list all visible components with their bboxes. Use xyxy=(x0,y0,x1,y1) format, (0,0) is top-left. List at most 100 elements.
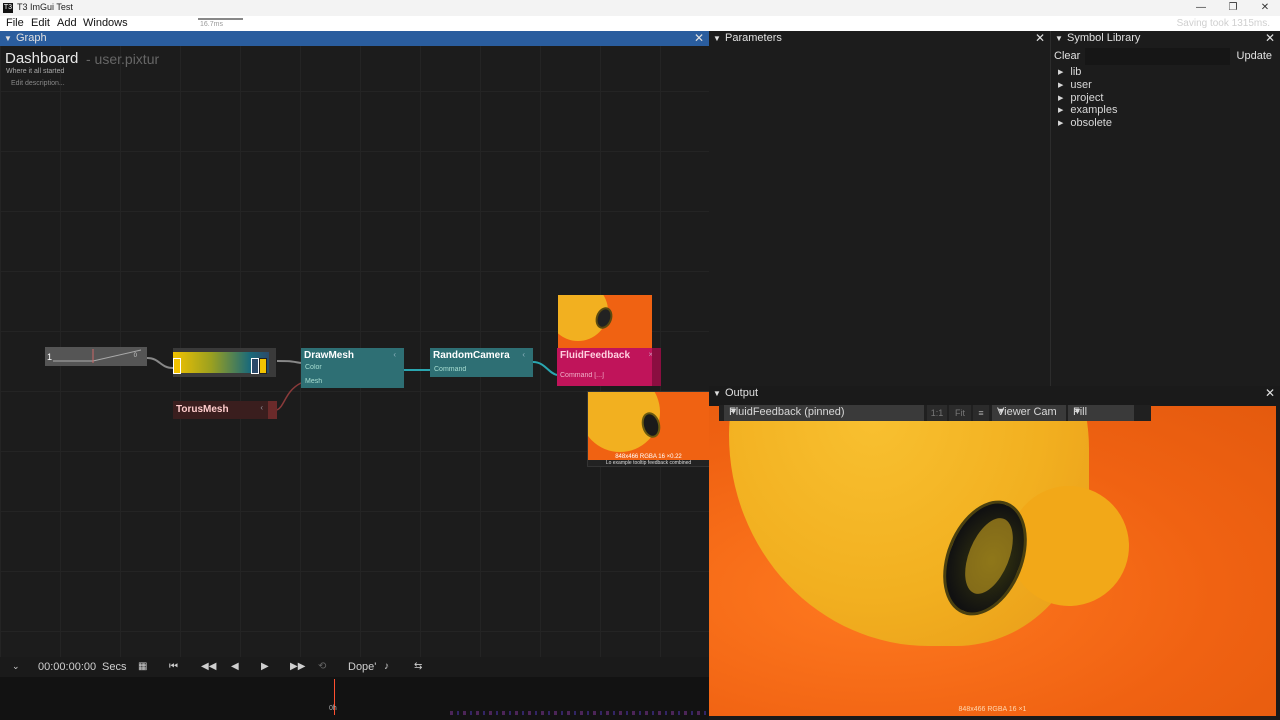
menu-add[interactable]: Add xyxy=(57,17,77,29)
node-fluidfeedback-label: FluidFeedback xyxy=(560,350,631,361)
play-backward-icon[interactable]: ◀ xyxy=(231,661,239,672)
gradient-stop-left[interactable] xyxy=(173,358,181,374)
timeline-toolbar: ⌄ 00:00:00:00 Secs ▦ ⏮ ◀◀ ◀ ▶ ▶▶ ⟲ Dope'… xyxy=(0,657,709,677)
node-torusmesh[interactable]: TorusMesh ‹ xyxy=(173,401,277,419)
chevron-left-icon: ‹ xyxy=(260,403,263,412)
node-value-number: 1 xyxy=(47,352,53,362)
timeline-time[interactable]: 00:00:00:00 xyxy=(38,661,96,673)
node-torusmesh-label: TorusMesh xyxy=(176,404,229,415)
frame-time-meter: 16.7ms xyxy=(198,18,243,28)
library-item-examples[interactable]: ▶ examples xyxy=(1058,104,1117,116)
library-item-user[interactable]: ▶ user xyxy=(1058,79,1092,91)
jump-start-icon[interactable]: ⏮ xyxy=(169,661,178,672)
audio-icon[interactable]: ♪ xyxy=(384,661,389,672)
play-icon[interactable]: ▶ xyxy=(261,661,269,672)
parameters-panel[interactable]: ▼ Parameters ✕ xyxy=(709,31,1050,386)
parameters-panel-title: Parameters xyxy=(725,32,782,44)
symbol-library-title: Symbol Library xyxy=(1067,32,1141,44)
chevron-down-icon: ▼ xyxy=(1073,406,1082,416)
step-forward-icon[interactable]: ▶▶ xyxy=(290,661,305,672)
expand-arrow-icon: ▶ xyxy=(1058,82,1064,89)
chevron-left-icon: ‹ xyxy=(393,350,396,359)
output-panel-header[interactable]: ▼ Output ✕ xyxy=(709,386,1280,401)
symbol-library-header[interactable]: ▼ Symbol Library ✕ xyxy=(1051,31,1280,46)
fluidfeedback-output-slot[interactable] xyxy=(652,348,661,386)
app-window: T3 T3 ImGui Test — ❐ ✕ File Edit Add Win… xyxy=(0,0,1280,720)
menu-bar: File Edit Add Windows 16.7ms Saving took… xyxy=(0,16,1280,31)
gradient-stop-end[interactable] xyxy=(259,358,267,374)
step-back-icon[interactable]: ◀◀ xyxy=(201,661,216,672)
snap-icon[interactable]: ⇆ xyxy=(414,661,422,672)
frame-time-bar xyxy=(198,18,243,20)
library-item-label: examples xyxy=(1070,104,1118,116)
node-randomcamera[interactable]: RandomCamera ‹ Command xyxy=(430,348,533,377)
library-item-label: user xyxy=(1070,79,1092,91)
output-render-view[interactable]: 848x466 RGBA 16 ×1 xyxy=(709,406,1276,716)
timeline-mode[interactable]: Dope' xyxy=(348,661,376,673)
chevron-left-icon: ‹ xyxy=(522,350,525,359)
collapse-triangle-icon[interactable]: ▼ xyxy=(1055,34,1063,43)
timeline-unit[interactable]: Secs xyxy=(102,661,126,673)
minimize-button[interactable]: — xyxy=(1186,0,1216,16)
close-icon[interactable]: ✕ xyxy=(1035,31,1045,45)
parameters-panel-header[interactable]: ▼ Parameters ✕ xyxy=(709,31,1050,46)
output-caption: 848x466 RGBA 16 ×1 xyxy=(958,706,1027,713)
collapse-triangle-icon[interactable]: ▼ xyxy=(713,389,721,398)
window-title: T3 ImGui Test xyxy=(17,2,73,12)
preview-caption-secondary: Lo example tooltip feedback combined xyxy=(588,460,709,466)
library-item-obsolete[interactable]: ▶ obsolete xyxy=(1058,117,1112,129)
timeline-zero-label: 0h xyxy=(329,705,337,712)
input-command-list-label: Command [...] xyxy=(560,372,604,379)
fill-select[interactable]: Fill ▼ xyxy=(1068,405,1134,421)
symbol-search-input[interactable] xyxy=(1085,48,1230,65)
graph-panel[interactable]: ▼ Graph ✕ Dashboard - user.pixtur Where … xyxy=(0,31,709,678)
app-icon: T3 xyxy=(3,3,13,13)
fit-button[interactable]: Fit xyxy=(949,405,971,421)
library-item-lib[interactable]: ▶ lib xyxy=(1058,66,1081,78)
maximize-button[interactable]: ❐ xyxy=(1218,0,1248,16)
expand-arrow-icon: ▶ xyxy=(1058,95,1064,102)
menu-icon[interactable]: ≡ xyxy=(973,405,989,421)
library-item-label: project xyxy=(1070,92,1104,104)
node-randomcamera-label: RandomCamera xyxy=(433,350,510,361)
timeline-track-area[interactable]: 0h xyxy=(0,677,709,720)
title-bar: T3 T3 ImGui Test — ❐ ✕ xyxy=(0,0,1280,16)
input-color-label: Color xyxy=(305,364,322,371)
node-fluidfeedback[interactable]: FluidFeedback × Command [...] xyxy=(557,348,661,386)
expand-arrow-icon: ▶ xyxy=(1058,120,1064,127)
node-gradient[interactable] xyxy=(173,348,276,377)
camera-select[interactable]: Viewer Cam ▼ xyxy=(992,405,1066,421)
menu-windows[interactable]: Windows xyxy=(83,17,128,29)
collapse-triangle-icon[interactable]: ▼ xyxy=(713,34,721,43)
close-icon[interactable]: ✕ xyxy=(1265,31,1275,45)
chevron-down-icon: ▼ xyxy=(729,406,738,416)
clear-button[interactable]: Clear xyxy=(1054,50,1080,62)
library-item-label: obsolete xyxy=(1070,117,1112,129)
symbol-library-panel[interactable]: ▼ Symbol Library ✕ Clear Update ▶ lib ▶ us… xyxy=(1050,31,1280,386)
expand-arrow-icon: ▶ xyxy=(1058,107,1064,114)
node-value[interactable]: 1 0 xyxy=(45,347,147,366)
loop-icon[interactable]: ⟲ xyxy=(318,661,326,672)
library-item-project[interactable]: ▶ project xyxy=(1058,92,1103,104)
gradient-stop-right[interactable] xyxy=(251,358,259,374)
frame-time-label: 16.7ms xyxy=(200,21,223,28)
grid-icon[interactable]: ▦ xyxy=(138,661,147,672)
node-preview-tooltip: 848x466 RGBA 16 ×0.22 Lo example tooltip… xyxy=(587,391,709,467)
menu-file[interactable]: File xyxy=(6,17,24,29)
input-mesh-label: Mesh xyxy=(305,378,323,385)
output-panel-title: Output xyxy=(725,387,759,399)
expand-arrow-icon: ▶ xyxy=(1058,69,1064,76)
node-value-right: 0 xyxy=(133,353,137,359)
close-icon[interactable]: ✕ xyxy=(1265,386,1275,400)
close-window-button[interactable]: ✕ xyxy=(1250,0,1280,16)
node-drawmesh[interactable]: DrawMesh ‹ Color Mesh xyxy=(301,348,404,388)
output-panel[interactable]: ▼ Output ✕ 848x466 RGBA 16 ×1 FluidFeedb… xyxy=(709,386,1280,720)
torusmesh-output-slot[interactable] xyxy=(268,401,277,419)
menu-edit[interactable]: Edit xyxy=(31,17,50,29)
timeline-collapse-icon[interactable]: ⌄ xyxy=(12,661,20,672)
output-source-select[interactable]: FluidFeedback (pinned) ▼ xyxy=(724,405,924,421)
curve-icon xyxy=(53,349,142,363)
chevron-down-icon: ▼ xyxy=(997,406,1006,416)
update-button[interactable]: Update xyxy=(1237,50,1272,62)
ratio-button[interactable]: 1:1 xyxy=(927,405,947,421)
